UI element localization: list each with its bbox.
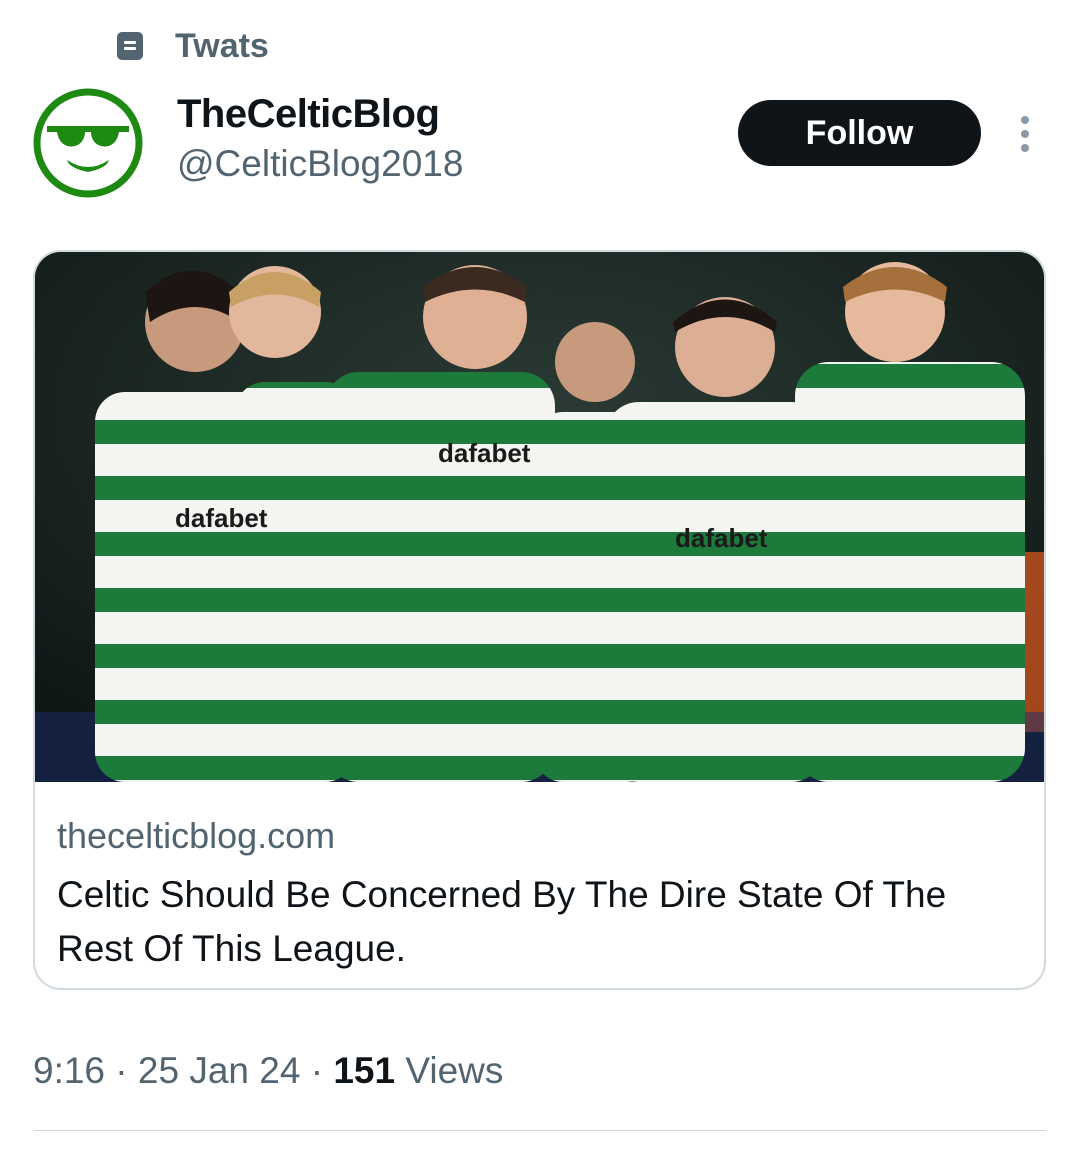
link-card[interactable]: dafabet dafabet dafabet thecelticblog.co… bbox=[33, 250, 1046, 990]
avatar[interactable] bbox=[33, 88, 143, 198]
views-label: Views bbox=[395, 1050, 504, 1091]
card-meta[interactable]: thecelticblog.com Celtic Should Be Conce… bbox=[57, 814, 1022, 976]
tweet-time[interactable]: 9:16 bbox=[33, 1050, 105, 1091]
views-count: 151 bbox=[333, 1050, 396, 1091]
sponsor-text: dafabet bbox=[438, 438, 531, 468]
tweet-date[interactable]: 25 Jan 24 bbox=[138, 1050, 301, 1091]
avatar-ring bbox=[33, 88, 143, 198]
list-name[interactable]: Twats bbox=[175, 27, 269, 66]
follow-button[interactable]: Follow bbox=[738, 100, 981, 166]
social-context[interactable]: Twats bbox=[117, 26, 269, 66]
team-photo: dafabet dafabet dafabet bbox=[35, 252, 1044, 782]
card-domain[interactable]: thecelticblog.com bbox=[57, 814, 1022, 858]
card-image[interactable]: dafabet dafabet dafabet bbox=[35, 252, 1044, 782]
divider bbox=[33, 1130, 1047, 1131]
sponsor-text: dafabet bbox=[675, 523, 768, 553]
sponsor-text: dafabet bbox=[175, 503, 268, 533]
author-handle[interactable]: @CelticBlog2018 bbox=[177, 143, 463, 185]
list-icon bbox=[117, 32, 143, 60]
more-vertical-icon[interactable] bbox=[1008, 112, 1042, 156]
separator: · bbox=[105, 1050, 138, 1091]
author-display-name[interactable]: TheCelticBlog bbox=[177, 92, 440, 137]
card-title[interactable]: Celtic Should Be Concerned By The Dire S… bbox=[57, 868, 1022, 976]
separator: · bbox=[300, 1050, 334, 1091]
tweet-meta: 9:16 · 25 Jan 24 · 151 Views bbox=[33, 1050, 503, 1092]
